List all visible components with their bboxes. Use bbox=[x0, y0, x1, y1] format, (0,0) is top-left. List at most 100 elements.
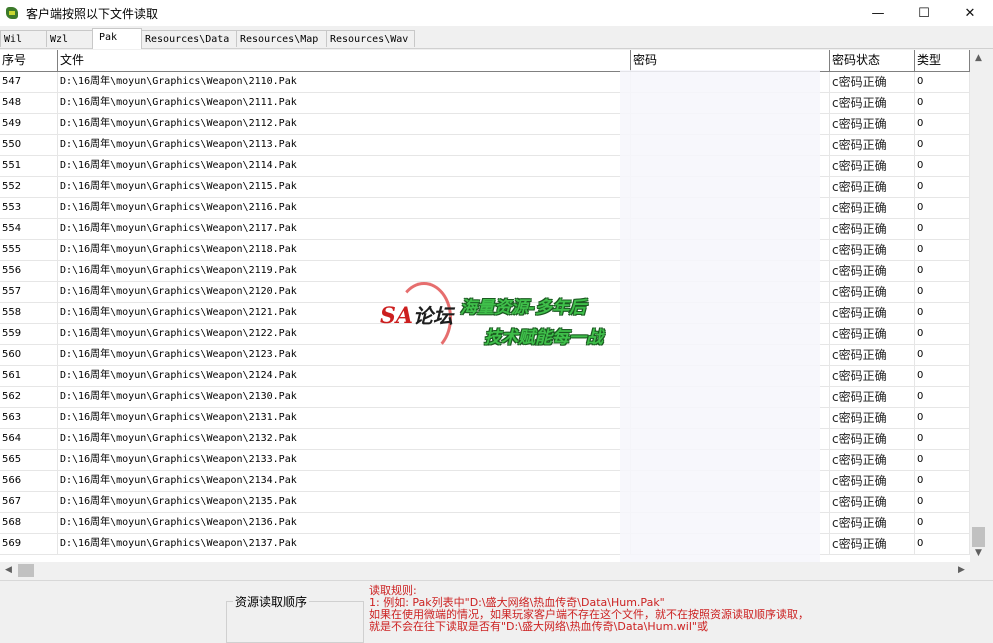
cell-index: 548 bbox=[0, 93, 58, 113]
cell-password bbox=[631, 219, 830, 239]
table-row[interactable]: 566 D:\16周年\moyun\Graphics\Weapon\2134.Pa… bbox=[0, 471, 970, 492]
cell-password-status: c密码正确 bbox=[830, 387, 915, 407]
tab-strip: Wil Wzl Pak Resources\Data Resources\Map… bbox=[0, 28, 993, 49]
tab-resources-data[interactable]: Resources\Data bbox=[141, 30, 237, 47]
horizontal-scroll-thumb[interactable] bbox=[18, 564, 34, 577]
cell-type: 0 bbox=[915, 177, 970, 197]
table-row[interactable]: 552 D:\16周年\moyun\Graphics\Weapon\2115.Pa… bbox=[0, 177, 970, 198]
cell-type: 0 bbox=[915, 450, 970, 470]
table-row[interactable]: 568 D:\16周年\moyun\Graphics\Weapon\2136.Pa… bbox=[0, 513, 970, 534]
table-row[interactable]: 562 D:\16周年\moyun\Graphics\Weapon\2130.Pa… bbox=[0, 387, 970, 408]
cell-file: D:\16周年\moyun\Graphics\Weapon\2115.Pak bbox=[58, 177, 631, 197]
cell-password bbox=[631, 324, 830, 344]
cell-password-status: c密码正确 bbox=[830, 429, 915, 449]
tab-pak[interactable]: Pak bbox=[92, 28, 142, 49]
header-password[interactable]: 密码 bbox=[631, 50, 830, 71]
cell-index: 556 bbox=[0, 261, 58, 281]
table-row[interactable]: 554 D:\16周年\moyun\Graphics\Weapon\2117.Pa… bbox=[0, 219, 970, 240]
cell-password-status: c密码正确 bbox=[830, 303, 915, 323]
scroll-down-icon[interactable]: ▼ bbox=[970, 545, 987, 562]
tab-wil[interactable]: Wil bbox=[0, 30, 47, 47]
cell-password bbox=[631, 345, 830, 365]
minimize-button[interactable]: — bbox=[855, 0, 901, 26]
header-index[interactable]: 序号 bbox=[0, 50, 58, 71]
cell-file: D:\16周年\moyun\Graphics\Weapon\2132.Pak bbox=[58, 429, 631, 449]
cell-index: 565 bbox=[0, 450, 58, 470]
cell-password bbox=[631, 492, 830, 512]
table-row[interactable]: 563 D:\16周年\moyun\Graphics\Weapon\2131.Pa… bbox=[0, 408, 970, 429]
cell-file: D:\16周年\moyun\Graphics\Weapon\2136.Pak bbox=[58, 513, 631, 533]
cell-password-status: c密码正确 bbox=[830, 240, 915, 260]
cell-password bbox=[631, 156, 830, 176]
watermark-line-1: 海量资源-多年后 bbox=[460, 298, 587, 318]
scroll-up-icon[interactable]: ▲ bbox=[970, 50, 987, 67]
table-row[interactable]: 565 D:\16周年\moyun\Graphics\Weapon\2133.Pa… bbox=[0, 450, 970, 471]
cell-file: D:\16周年\moyun\Graphics\Weapon\2118.Pak bbox=[58, 240, 631, 260]
table-row[interactable]: 548 D:\16周年\moyun\Graphics\Weapon\2111.Pa… bbox=[0, 93, 970, 114]
cell-password bbox=[631, 282, 830, 302]
cell-password-status: c密码正确 bbox=[830, 345, 915, 365]
tab-resources-map[interactable]: Resources\Map bbox=[236, 30, 327, 47]
cell-password bbox=[631, 135, 830, 155]
cell-type: 0 bbox=[915, 345, 970, 365]
cell-password-status: c密码正确 bbox=[830, 366, 915, 386]
cell-file: D:\16周年\moyun\Graphics\Weapon\2111.Pak bbox=[58, 93, 631, 113]
header-file[interactable]: 文件 bbox=[58, 50, 631, 71]
cell-password-status: c密码正确 bbox=[830, 261, 915, 281]
cell-password bbox=[631, 366, 830, 386]
cell-password-status: c密码正确 bbox=[830, 471, 915, 491]
cell-index: 564 bbox=[0, 429, 58, 449]
cell-password-status: c密码正确 bbox=[830, 492, 915, 512]
table-row[interactable]: 556 D:\16周年\moyun\Graphics\Weapon\2119.Pa… bbox=[0, 261, 970, 282]
table-row[interactable]: 551 D:\16周年\moyun\Graphics\Weapon\2114.Pa… bbox=[0, 156, 970, 177]
cell-password bbox=[631, 429, 830, 449]
cell-type: 0 bbox=[915, 429, 970, 449]
cell-type: 0 bbox=[915, 303, 970, 323]
cell-index: 560 bbox=[0, 345, 58, 365]
table-row[interactable]: 553 D:\16周年\moyun\Graphics\Weapon\2116.Pa… bbox=[0, 198, 970, 219]
close-button[interactable]: ✕ bbox=[947, 0, 993, 26]
cell-file: D:\16周年\moyun\Graphics\Weapon\2134.Pak bbox=[58, 471, 631, 491]
cell-password-status: c密码正确 bbox=[830, 156, 915, 176]
cell-file: D:\16周年\moyun\Graphics\Weapon\2124.Pak bbox=[58, 366, 631, 386]
table-row[interactable]: 547 D:\16周年\moyun\Graphics\Weapon\2110.Pa… bbox=[0, 72, 970, 93]
scroll-left-icon[interactable]: ◀ bbox=[0, 562, 17, 579]
maximize-button[interactable]: ☐ bbox=[901, 0, 947, 26]
cell-index: 559 bbox=[0, 324, 58, 344]
cell-password-status: c密码正确 bbox=[830, 282, 915, 302]
cell-password bbox=[631, 93, 830, 113]
header-password-status[interactable]: 密码状态 bbox=[830, 50, 915, 71]
cell-type: 0 bbox=[915, 93, 970, 113]
table-row[interactable]: 564 D:\16周年\moyun\Graphics\Weapon\2132.Pa… bbox=[0, 429, 970, 450]
cell-password bbox=[631, 198, 830, 218]
cell-file: D:\16周年\moyun\Graphics\Weapon\2119.Pak bbox=[58, 261, 631, 281]
watermark: SA论坛 海量资源-多年后 技术赋能每一战 bbox=[376, 280, 626, 354]
horizontal-scrollbar[interactable]: ◀ ▶ bbox=[0, 562, 970, 579]
cell-password-status: c密码正确 bbox=[830, 198, 915, 218]
vertical-scrollbar[interactable]: ▲ ▼ bbox=[970, 50, 987, 562]
table-row[interactable]: 550 D:\16周年\moyun\Graphics\Weapon\2113.Pa… bbox=[0, 135, 970, 156]
vertical-scroll-thumb[interactable] bbox=[972, 527, 985, 547]
cell-index: 555 bbox=[0, 240, 58, 260]
table-row[interactable]: 555 D:\16周年\moyun\Graphics\Weapon\2118.Pa… bbox=[0, 240, 970, 261]
table-row[interactable]: 561 D:\16周年\moyun\Graphics\Weapon\2124.Pa… bbox=[0, 366, 970, 387]
cell-password bbox=[631, 450, 830, 470]
cell-file: D:\16周年\moyun\Graphics\Weapon\2117.Pak bbox=[58, 219, 631, 239]
header-type[interactable]: 类型 bbox=[915, 50, 970, 71]
cell-file: D:\16周年\moyun\Graphics\Weapon\2110.Pak bbox=[58, 72, 631, 92]
cell-file: D:\16周年\moyun\Graphics\Weapon\2135.Pak bbox=[58, 492, 631, 512]
cell-password-status: c密码正确 bbox=[830, 324, 915, 344]
cell-index: 553 bbox=[0, 198, 58, 218]
table-row[interactable]: 549 D:\16周年\moyun\Graphics\Weapon\2112.Pa… bbox=[0, 114, 970, 135]
cell-password bbox=[631, 387, 830, 407]
table-row[interactable]: 569 D:\16周年\moyun\Graphics\Weapon\2137.Pa… bbox=[0, 534, 970, 555]
table-row[interactable]: 567 D:\16周年\moyun\Graphics\Weapon\2135.Pa… bbox=[0, 492, 970, 513]
tab-resources-wav[interactable]: Resources\Wav bbox=[326, 30, 415, 47]
tab-wzl[interactable]: Wzl bbox=[46, 30, 93, 47]
cell-index: 568 bbox=[0, 513, 58, 533]
cell-password-status: c密码正确 bbox=[830, 72, 915, 92]
cell-index: 557 bbox=[0, 282, 58, 302]
cell-type: 0 bbox=[915, 513, 970, 533]
cell-index: 558 bbox=[0, 303, 58, 323]
scroll-right-icon[interactable]: ▶ bbox=[953, 562, 970, 579]
